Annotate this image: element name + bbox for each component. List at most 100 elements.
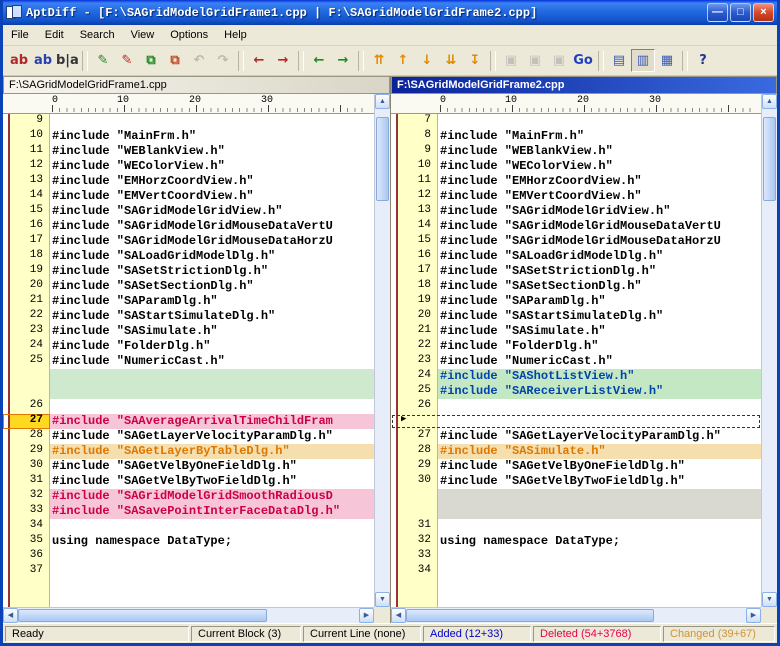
code-line[interactable]: 14#include "EMVertCoordView.h" <box>3 189 374 204</box>
code-line[interactable]: 19#include "SAParamDlg.h" <box>391 294 761 309</box>
vertical-scrollbar[interactable]: ▲ ▼ <box>761 94 777 607</box>
code-line[interactable]: 25#include "SAReceiverListView.h" <box>391 384 761 399</box>
code-line[interactable]: 17#include "SAGridModelGridMouseDataHorz… <box>3 234 374 249</box>
code-line[interactable]: 9#include "WEBlankView.h" <box>391 144 761 159</box>
menu-file[interactable]: File <box>3 27 37 43</box>
right-pane-header[interactable]: F:\SAGridModelGridFrame2.cpp <box>391 76 777 94</box>
code-line[interactable]: 26 <box>391 399 761 414</box>
code-line[interactable]: 13#include "EMHorzCoordView.h" <box>3 174 374 189</box>
hscroll-thumb[interactable] <box>18 609 267 622</box>
focus-left-pane-button[interactable]: ← <box>307 49 331 72</box>
current-difference-button[interactable]: ↧ <box>463 49 487 72</box>
code-line[interactable]: 32using namespace DataType; <box>391 534 761 549</box>
code-line[interactable]: 34 <box>3 519 374 534</box>
code-line[interactable]: 15#include "SAGridModelGridMouseDataHorz… <box>391 234 761 249</box>
code-line[interactable]: 33 <box>391 549 761 564</box>
horizontal-scrollbar[interactable]: ◀ ▶ <box>391 607 761 623</box>
code-line[interactable]: 19#include "SASetStrictionDlg.h" <box>3 264 374 279</box>
find-next-button[interactable]: ⧉ <box>163 49 187 72</box>
scroll-down-button[interactable]: ▼ <box>762 592 777 607</box>
code-line[interactable]: 25#include "NumericCast.h" <box>3 354 374 369</box>
code-line[interactable]: 8#include "MainFrm.h" <box>391 129 761 144</box>
compare-contents-button[interactable]: ab <box>31 49 55 72</box>
last-difference-button[interactable]: ⇊ <box>439 49 463 72</box>
vscroll-thumb[interactable] <box>376 117 389 201</box>
first-difference-button[interactable]: ⇈ <box>367 49 391 72</box>
scroll-right-button[interactable]: ▶ <box>359 608 374 623</box>
vertical-split-view-button[interactable]: ▥ <box>631 49 655 72</box>
horizontal-split-view-button[interactable]: ▤ <box>607 49 631 72</box>
code-line[interactable]: 24#include "FolderDlg.h" <box>3 339 374 354</box>
left-pane-header[interactable]: F:\SAGridModelGridFrame1.cpp <box>3 76 390 94</box>
gap-row[interactable]: ▶ <box>391 414 761 429</box>
code-line[interactable]: 17#include "SASetStrictionDlg.h" <box>391 264 761 279</box>
vertical-scrollbar[interactable]: ▲ ▼ <box>374 94 390 607</box>
code-line[interactable]: 12#include "WEColorView.h" <box>3 159 374 174</box>
code-body[interactable]: 78#include "MainFrm.h"9#include "WEBlank… <box>391 114 761 607</box>
code-line[interactable]: 20#include "SASetSectionDlg.h" <box>3 279 374 294</box>
code-line[interactable]: 18#include "SALoadGridModelDlg.h" <box>3 249 374 264</box>
code-line[interactable]: 21#include "SAParamDlg.h" <box>3 294 374 309</box>
code-line[interactable]: 33#include "SASavePointInterFaceDataDlg.… <box>3 504 374 519</box>
scroll-down-button[interactable]: ▼ <box>375 592 390 607</box>
app-icon[interactable] <box>6 5 22 20</box>
code-line[interactable]: 31 <box>391 519 761 534</box>
minimize-button[interactable]: — <box>707 3 728 22</box>
code-line[interactable]: 30#include "SAGetVelByOneFieldDlg.h" <box>3 459 374 474</box>
vscroll-track[interactable] <box>762 109 777 592</box>
swap-sides-button[interactable]: b|a <box>55 49 79 72</box>
horizontal-scrollbar[interactable]: ◀ ▶ <box>3 607 374 623</box>
help-button[interactable]: ? <box>691 49 715 72</box>
menu-search[interactable]: Search <box>72 27 123 43</box>
menu-help[interactable]: Help <box>216 27 255 43</box>
code-line[interactable]: 15#include "SAGridModelGridView.h" <box>3 204 374 219</box>
scroll-left-button[interactable]: ◀ <box>3 608 18 623</box>
code-line[interactable]: 20#include "SAStartSimulateDlg.h" <box>391 309 761 324</box>
hscroll-thumb[interactable] <box>406 609 654 622</box>
code-line[interactable]: 29#include "SAGetLayerByTableDlg.h" <box>3 444 374 459</box>
code-line[interactable]: 27#include "SAGetLayerVelocityParamDlg.h… <box>391 429 761 444</box>
code-line[interactable]: 13#include "SAGridModelGridView.h" <box>391 204 761 219</box>
gap-row[interactable] <box>391 489 761 504</box>
code-line[interactable]: 31#include "SAGetVelByTwoFieldDlg.h" <box>3 474 374 489</box>
gap-row[interactable] <box>3 384 374 399</box>
previous-difference-button[interactable]: ↑ <box>391 49 415 72</box>
code-line[interactable]: 28#include "SASimulate.h" <box>391 444 761 459</box>
copy-block-right-button[interactable]: → <box>271 49 295 72</box>
close-button[interactable]: × <box>753 3 774 22</box>
vscroll-thumb[interactable] <box>763 117 776 201</box>
scroll-up-button[interactable]: ▲ <box>375 94 390 109</box>
code-line[interactable]: 16#include "SALoadGridModelDlg.h" <box>391 249 761 264</box>
code-line[interactable]: 29#include "SAGetVelByOneFieldDlg.h" <box>391 459 761 474</box>
code-line[interactable]: 14#include "SAGridModelGridMouseDataVert… <box>391 219 761 234</box>
find-button[interactable]: ⧉ <box>139 49 163 72</box>
vscroll-track[interactable] <box>375 109 390 592</box>
code-line[interactable]: 22#include "FolderDlg.h" <box>391 339 761 354</box>
code-line[interactable]: 11#include "EMHorzCoordView.h" <box>391 174 761 189</box>
gap-row[interactable] <box>3 369 374 384</box>
gap-row[interactable] <box>391 504 761 519</box>
code-line[interactable]: 35using namespace DataType; <box>3 534 374 549</box>
edit-right-file-button[interactable]: ✎ <box>115 49 139 72</box>
copy-block-left-button[interactable]: ← <box>247 49 271 72</box>
scroll-up-button[interactable]: ▲ <box>762 94 777 109</box>
code-line[interactable]: 11#include "WEBlankView.h" <box>3 144 374 159</box>
code-line[interactable]: 12#include "EMVertCoordView.h" <box>391 189 761 204</box>
focus-right-pane-button[interactable]: → <box>331 49 355 72</box>
four-pane-view-button[interactable]: ▦ <box>655 49 679 72</box>
code-line[interactable]: 22#include "SAStartSimulateDlg.h" <box>3 309 374 324</box>
compare-button[interactable]: ab <box>7 49 31 72</box>
goto-line-button[interactable]: Go <box>571 49 595 72</box>
code-line[interactable]: 9 <box>3 114 374 129</box>
code-line[interactable]: 21#include "SASimulate.h" <box>391 324 761 339</box>
edit-left-file-button[interactable]: ✎ <box>91 49 115 72</box>
hscroll-track[interactable] <box>406 608 746 623</box>
code-line[interactable]: 10#include "MainFrm.h" <box>3 129 374 144</box>
menu-edit[interactable]: Edit <box>37 27 72 43</box>
code-line[interactable]: 7 <box>391 114 761 129</box>
code-line[interactable]: 16#include "SAGridModelGridMouseDataVert… <box>3 219 374 234</box>
code-body[interactable]: 910#include "MainFrm.h"11#include "WEBla… <box>3 114 374 607</box>
code-line[interactable]: 34 <box>391 564 761 579</box>
code-line[interactable]: 28#include "SAGetLayerVelocityParamDlg.h… <box>3 429 374 444</box>
code-line[interactable]: 23#include "NumericCast.h" <box>391 354 761 369</box>
